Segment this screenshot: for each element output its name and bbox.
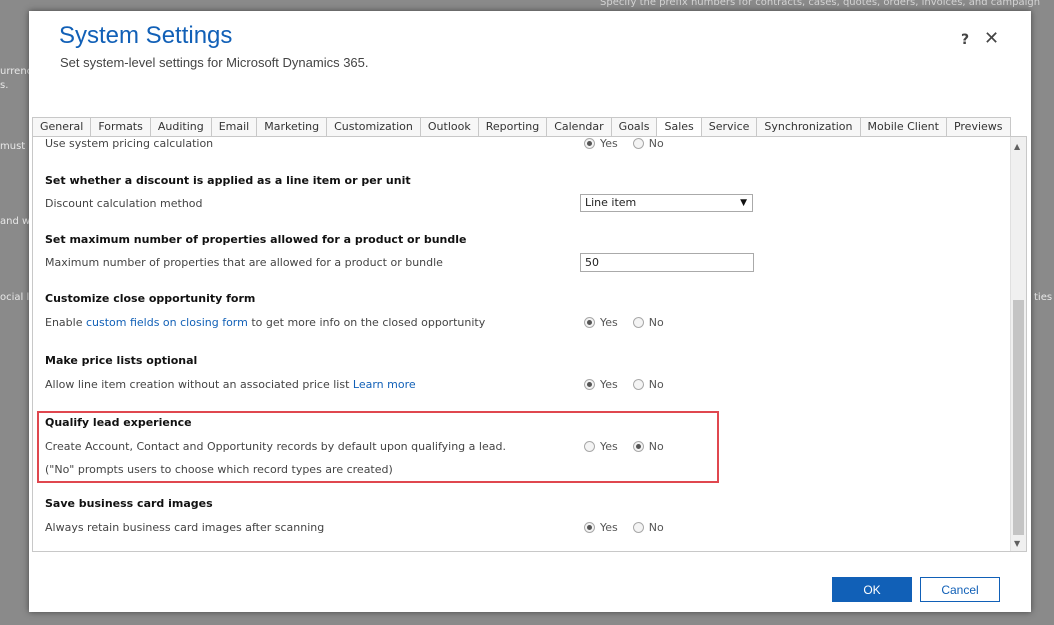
tab-goals[interactable]: Goals: [610, 117, 658, 136]
price-lists-no-radio[interactable]: [632, 379, 644, 390]
background-fragment: s.: [0, 80, 9, 91]
qualify-lead-no-radio[interactable]: [632, 441, 644, 452]
tab-service[interactable]: Service: [700, 117, 758, 136]
business-card-heading: Save business card images: [45, 497, 213, 510]
tab-general[interactable]: General: [32, 117, 92, 136]
tab-customization[interactable]: Customization: [326, 117, 421, 136]
background-text: Specify the prefix numbers for contracts…: [600, 0, 1041, 8]
business-card-yes-radio[interactable]: [584, 522, 595, 533]
pricing-yes-radio[interactable]: [584, 138, 595, 149]
radio-yes-label: Yes: [600, 137, 618, 150]
background-fragment: ties in: [1034, 292, 1054, 303]
tab-previews[interactable]: Previews: [945, 117, 1011, 136]
tab-marketing[interactable]: Marketing: [256, 117, 328, 136]
pricing-label: Use system pricing calculation: [45, 137, 214, 150]
scroll-thumb[interactable]: [1013, 300, 1024, 535]
close-opp-radio-group: Yes No: [584, 316, 679, 329]
dialog-subtitle: Set system-level settings for Microsoft …: [60, 55, 369, 70]
background-fragment: ocial l: [0, 292, 30, 303]
qualify-lead-note: ("No" prompts users to choose which reco…: [45, 463, 393, 476]
tab-outlook[interactable]: Outlook: [419, 117, 479, 136]
business-card-label: Always retain business card images after…: [45, 521, 325, 534]
max-props-input[interactable]: 50: [580, 253, 754, 272]
tab-sales[interactable]: Sales: [656, 117, 702, 136]
price-lists-radio-group: Yes No: [584, 378, 679, 391]
sales-settings-panel: Use system pricing calculation Yes No Se…: [32, 136, 1027, 552]
ok-button[interactable]: OK: [832, 577, 912, 602]
business-card-radio-group: Yes No: [584, 521, 679, 534]
close-opp-no-radio[interactable]: [632, 317, 644, 328]
close-opp-label-post: to get more info on the closed opportuni…: [251, 316, 486, 329]
discount-method-value: Line item: [585, 196, 637, 209]
custom-fields-link[interactable]: custom fields on closing form: [86, 316, 248, 329]
tab-email[interactable]: Email: [210, 117, 258, 136]
system-settings-dialog: System Settings Set system-level setting…: [29, 11, 1031, 612]
radio-no-label: No: [648, 521, 664, 534]
discount-heading: Set whether a discount is applied as a l…: [45, 174, 411, 187]
close-opp-heading: Customize close opportunity form: [45, 292, 256, 305]
max-props-label: Maximum number of properties that are al…: [45, 256, 443, 269]
tab-formats[interactable]: Formats: [90, 117, 151, 136]
background-fragment: must: [0, 141, 26, 152]
radio-yes-label: Yes: [600, 378, 618, 391]
scroll-down-icon[interactable]: ▼: [1014, 539, 1020, 548]
tab-reporting[interactable]: Reporting: [477, 117, 548, 136]
dropdown-arrow-icon: ▼: [740, 198, 747, 208]
pricing-no-radio[interactable]: [632, 138, 644, 149]
tab-synchronization[interactable]: Synchronization: [756, 117, 861, 136]
qualify-lead-heading: Qualify lead experience: [45, 416, 192, 429]
qualify-lead-yes-radio[interactable]: [584, 441, 595, 452]
close-icon[interactable]: ✕: [984, 28, 999, 49]
background-fragment: and w: [0, 216, 31, 227]
tab-mobile-client[interactable]: Mobile Client: [859, 117, 947, 136]
radio-yes-label: Yes: [600, 521, 618, 534]
settings-tabs: General Formats Auditing Email Marketing…: [32, 117, 1011, 137]
tab-auditing[interactable]: Auditing: [149, 117, 212, 136]
tab-calendar[interactable]: Calendar: [546, 117, 612, 136]
business-card-no-radio[interactable]: [632, 522, 644, 533]
radio-no-label: No: [648, 316, 664, 329]
max-props-heading: Set maximum number of properties allowed…: [45, 233, 467, 246]
qualify-lead-label: Create Account, Contact and Opportunity …: [45, 440, 506, 453]
scroll-up-icon[interactable]: ▲: [1014, 142, 1020, 151]
discount-method-select[interactable]: Line item ▼: [580, 194, 753, 212]
pricing-radio-group: Yes No: [584, 137, 679, 150]
close-opp-yes-radio[interactable]: [584, 317, 595, 328]
radio-no-label: No: [648, 440, 664, 453]
dialog-title: System Settings: [59, 22, 233, 49]
radio-no-label: No: [648, 137, 664, 150]
price-lists-heading: Make price lists optional: [45, 354, 198, 367]
close-opp-label: Enable custom fields on closing form to …: [45, 316, 485, 329]
price-lists-label: Allow line item creation without an asso…: [45, 378, 416, 391]
radio-yes-label: Yes: [600, 440, 618, 453]
vertical-scrollbar[interactable]: ▲ ▼: [1010, 137, 1026, 551]
help-icon[interactable]: ?: [961, 32, 969, 48]
radio-no-label: No: [648, 378, 664, 391]
qualify-lead-radio-group: Yes No: [584, 440, 679, 453]
learn-more-link[interactable]: Learn more: [353, 378, 416, 391]
cancel-button[interactable]: Cancel: [920, 577, 1000, 602]
radio-yes-label: Yes: [600, 316, 618, 329]
price-lists-yes-radio[interactable]: [584, 379, 595, 390]
close-opp-label-pre: Enable: [45, 316, 83, 329]
background-fragment: urrenc: [0, 66, 33, 77]
discount-label: Discount calculation method: [45, 197, 203, 210]
price-lists-label-text: Allow line item creation without an asso…: [45, 378, 350, 391]
